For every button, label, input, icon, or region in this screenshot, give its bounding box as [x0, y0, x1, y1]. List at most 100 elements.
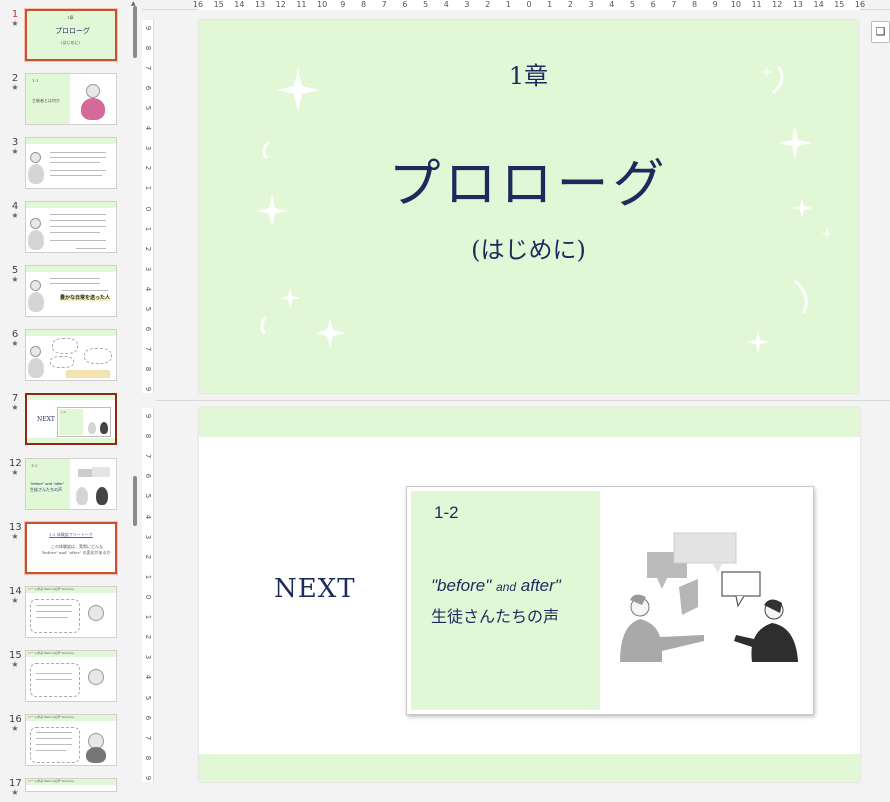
- next-label[interactable]: NEXT: [274, 574, 356, 604]
- vertical-ruler-slide2[interactable]: 9 8 7 6 5 4 3 2 1 0 1 2 3 4 5 6 7 8 9: [142, 408, 154, 782]
- ruler-number: 4: [144, 514, 152, 519]
- ruler-number: 16: [192, 0, 204, 9]
- card-section-number[interactable]: 1-2: [434, 503, 459, 523]
- animation-star-icon: ★: [11, 211, 19, 220]
- ruler-number: 9: [144, 775, 152, 781]
- thumbnail-row-17[interactable]: 17 ★ ハート歩み"Beforeの声"(before): [0, 778, 128, 802]
- animation-star-icon: ★: [11, 147, 19, 156]
- thumb-card-number: 1-2: [61, 410, 66, 414]
- slide-thumbnail-pane[interactable]: ▲ 1 ★ 1章 プロローグ (はじめに) 2 ★ 1-1 主催者とは何か 3 …: [0, 0, 142, 802]
- animation-star-icon: ★: [11, 83, 19, 92]
- ruler-number: 7: [144, 453, 152, 459]
- slide-thumbnail-5[interactable]: 豊かな日常を送った人: [25, 265, 117, 317]
- speech-bubble-icon: [721, 571, 761, 597]
- slide-divider: [156, 400, 890, 401]
- thumb-body-line: "before" and "after" の変化があるか: [41, 550, 111, 555]
- slide-editing-area[interactable]: 1章 プロローグ (はじめに) NEXT 1-2 "before" and af…: [156, 10, 890, 802]
- thumbnail-row-14[interactable]: 14 ★ ハート歩み"Beforeの声"(before): [0, 586, 128, 640]
- thumbnail-row-5[interactable]: 5 ★ 豊かな日常を送った人: [0, 265, 128, 319]
- thumbnail-row-13[interactable]: 13 ★ 1-2 体験談フリートーク この体験談は、実際にどんな "before…: [0, 522, 128, 576]
- ruler-number: 8: [691, 0, 698, 9]
- ruler-number: 6: [144, 326, 152, 332]
- animation-star-icon: ★: [11, 275, 19, 284]
- slide-thumbnail-6[interactable]: [25, 329, 117, 381]
- speech-bubble-icon: [673, 532, 737, 564]
- horizontal-ruler[interactable]: 16 15 14 13 12 11 10 9 8 7 6 5 4 3 2 1 0 1 2 3 4 5 6 7 8 9 10 11 12 1…: [142, 0, 890, 10]
- thumb-body-line: この体験談は、実際にどんな: [51, 544, 103, 549]
- vertical-ruler-slide1[interactable]: 9 8 7 6 5 4 3 2 1 0 1 2 3 4 5 6 7 8 9: [142, 20, 154, 393]
- ruler-number: 1: [144, 574, 152, 580]
- slide-thumbnail-4[interactable]: [25, 201, 117, 253]
- ruler-number: 4: [144, 675, 152, 680]
- slide-thumbnail-16[interactable]: ハート歩み"Beforeの声"(before): [25, 714, 117, 766]
- woman-figure-icon: [100, 422, 108, 434]
- after-word: after": [520, 576, 561, 595]
- speech-frame-icon: [30, 663, 80, 697]
- preview-card[interactable]: 1-2 "before" and after" 生徒さんたちの声: [406, 486, 814, 715]
- woman-figure-icon: [81, 98, 105, 120]
- slide-subtitle[interactable]: (はじめに): [199, 230, 858, 265]
- ruler-number: 13: [792, 0, 804, 9]
- ruler-number: 5: [144, 306, 152, 311]
- slide-1-canvas[interactable]: 1章 プロローグ (はじめに): [199, 20, 858, 393]
- ruler-number: 6: [402, 0, 408, 9]
- thumbnail-row-1[interactable]: 1 ★ 1章 プロローグ (はじめに): [0, 9, 128, 63]
- ruler-number: 1: [144, 186, 152, 191]
- thought-bubble-icon: [50, 356, 74, 368]
- thumbnail-scrollbar-thumb[interactable]: [133, 6, 137, 58]
- ruler-number: 9: [144, 25, 152, 31]
- ruler-number: 7: [381, 0, 387, 9]
- ruler-number: 9: [340, 0, 346, 9]
- animation-star-icon: ★: [11, 788, 19, 797]
- slide-thumbnail-3[interactable]: [25, 137, 117, 189]
- thumbnail-row-15[interactable]: 15 ★ ハート歩み"Beforeの声"(before): [0, 650, 128, 704]
- ruler-number: 3: [144, 146, 152, 151]
- ruler-number: 9: [144, 413, 152, 419]
- ruler-number: 4: [144, 126, 152, 131]
- slide-thumbnail-15[interactable]: ハート歩み"Beforeの声"(before): [25, 650, 117, 702]
- thumbnail-row-16[interactable]: 16 ★ ハート歩み"Beforeの声"(before): [0, 714, 128, 768]
- thumbnail-row-7[interactable]: 7 ★ NEXT 1-2: [0, 393, 128, 447]
- thumbnail-row-6[interactable]: 6 ★: [0, 329, 128, 383]
- slide-thumbnail-17[interactable]: ハート歩み"Beforeの声"(before): [25, 778, 117, 792]
- slide-thumbnail-7[interactable]: NEXT 1-2: [25, 393, 117, 445]
- ruler-number: 0: [526, 0, 532, 9]
- animation-star-icon: ★: [11, 724, 19, 733]
- ruler-number: 1: [547, 0, 553, 9]
- students-voice-text[interactable]: 生徒さんたちの声: [431, 603, 559, 627]
- slide-title[interactable]: プロローグ: [199, 142, 858, 217]
- slide-thumbnail-1[interactable]: 1章 プロローグ (はじめに): [25, 9, 117, 61]
- before-after-heading[interactable]: "before" and after": [431, 576, 561, 596]
- woman-figure-icon: [28, 292, 44, 312]
- ruler-number: 12: [275, 0, 286, 9]
- ruler-number: 5: [423, 0, 429, 9]
- thumbnail-row-4[interactable]: 4 ★: [0, 201, 128, 255]
- thumbnail-scrollbar-thumb-secondary[interactable]: [133, 476, 137, 526]
- slide-thumbnail-12[interactable]: 1-2 "before" and "after" 生徒さんたちの声: [25, 458, 117, 510]
- ruler-number: 3: [464, 0, 470, 9]
- thumb-highlight-text: 豊かな日常を送った人: [60, 295, 111, 301]
- ruler-number: 3: [144, 655, 152, 660]
- thumb-title: プロローグ: [55, 27, 90, 35]
- ruler-number: 0: [144, 206, 152, 211]
- slide-thumbnail-2[interactable]: 1-1 主催者とは何か: [25, 73, 117, 125]
- slide-2-canvas[interactable]: NEXT 1-2 "before" and after" 生徒さんたちの声: [199, 408, 860, 782]
- slide-thumbnail-13[interactable]: 1-2 体験談フリートーク この体験談は、実際にどんな "before" and…: [25, 522, 117, 574]
- top-green-band: [199, 408, 860, 437]
- ruler-number: 1: [505, 0, 511, 9]
- slide-thumbnail-14[interactable]: ハート歩み"Beforeの声"(before): [25, 586, 117, 638]
- thumb-next: NEXT: [37, 416, 55, 423]
- thumbnail-row-2[interactable]: 2 ★ 1-1 主催者とは何か: [0, 73, 128, 127]
- thumbnail-row-3[interactable]: 3 ★: [0, 137, 128, 191]
- ruler-number: 4: [609, 0, 615, 9]
- ruler-number: 8: [360, 0, 367, 9]
- ruler-number: 13: [254, 0, 266, 9]
- chapter-label[interactable]: 1章: [199, 56, 858, 91]
- thumbnail-row-12[interactable]: 12 ★ 1-2 "before" and "after" 生徒さんたちの声: [0, 458, 128, 512]
- woman-head-icon: [30, 280, 41, 291]
- animation-star-icon: ★: [11, 660, 19, 669]
- woman-head-icon: [88, 669, 104, 685]
- bookmark-icon[interactable]: ❏: [871, 21, 890, 43]
- ruler-number: 8: [144, 433, 152, 439]
- speech-bubble-icon: [679, 579, 698, 615]
